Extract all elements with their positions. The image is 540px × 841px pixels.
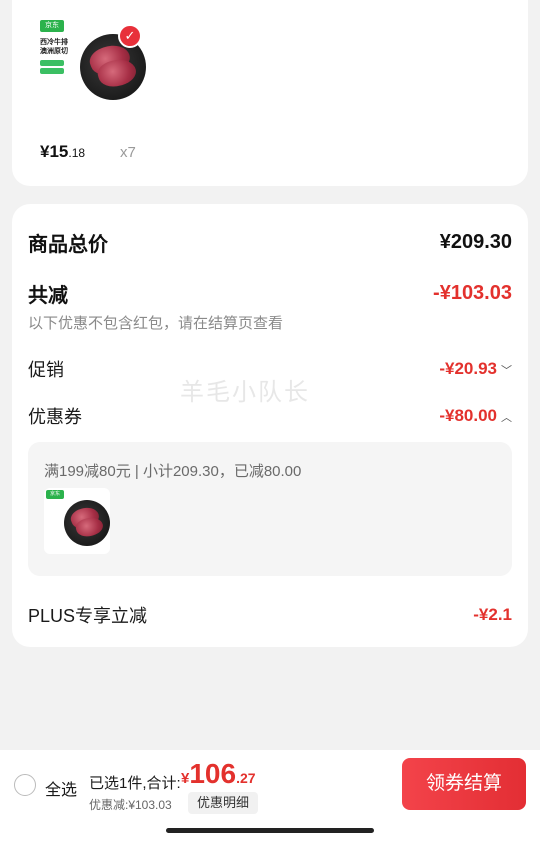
- steak-plate-image: [64, 500, 110, 546]
- product-tag-text: 西冷牛排 澳洲原切: [40, 39, 68, 55]
- select-all-radio[interactable]: [14, 774, 36, 796]
- item-price: ¥15.18: [40, 142, 86, 161]
- promo-label: 促销: [28, 360, 64, 380]
- coupon-value: -¥80.00: [439, 406, 497, 425]
- item-quantity: x7: [120, 144, 136, 161]
- brand-badge: 京东: [40, 20, 64, 32]
- cart-item-card: 京东 西冷牛排 澳洲原切 ✓ ¥15.18 x7: [12, 0, 528, 186]
- select-all-label[interactable]: 全选: [45, 776, 77, 800]
- total-price-value: ¥209.30: [439, 231, 512, 253]
- checkout-total: ¥106.27: [181, 758, 256, 789]
- discount-detail-button[interactable]: 优惠明细: [188, 792, 259, 814]
- tag-strip: [40, 68, 64, 74]
- total-reduce-value: -¥103.03: [433, 282, 512, 304]
- product-image[interactable]: 京东 西冷牛排 澳洲原切 ✓: [40, 16, 146, 108]
- coupon-detail-box: 满199减80元 | 小计209.30，已减80.00 京东: [28, 442, 512, 576]
- checkout-button[interactable]: 领券结算: [402, 758, 526, 810]
- checkout-bar: 全选 已选1件,合计: ¥106.27 优惠减:¥103.03 优惠明细 领券结…: [0, 750, 540, 841]
- total-price-row: 商品总价 ¥209.30: [28, 228, 512, 257]
- plus-reduce-label: PLUS专享立减: [28, 606, 148, 626]
- coupon-detail-text: 满199减80元 | 小计209.30，已减80.00: [44, 463, 302, 480]
- promo-value: -¥20.93: [439, 359, 497, 378]
- watermark: 羊毛小队长: [180, 379, 310, 406]
- total-reduce-row: 共减 -¥103.03: [28, 279, 512, 308]
- plus-reduce-row: PLUS专享立减 -¥2.1: [28, 602, 512, 628]
- coupon-label: 优惠券: [28, 407, 82, 427]
- selected-count-text: 已选1件,合计:: [89, 775, 181, 792]
- plus-reduce-value: -¥2.1: [473, 605, 512, 624]
- chevron-down-icon: ﹀: [501, 365, 512, 377]
- discount-text: 优惠减:¥103.03: [89, 798, 172, 812]
- reduce-note: 以下优惠不包含红包，请在结算页查看: [28, 315, 284, 332]
- brand-badge: 京东: [46, 490, 64, 499]
- tag-strip: [40, 60, 64, 66]
- coupon-product-thumbnail[interactable]: 京东: [44, 488, 110, 554]
- total-price-label: 商品总价: [28, 234, 108, 256]
- home-indicator[interactable]: [166, 828, 374, 833]
- total-reduce-label: 共减: [28, 285, 68, 307]
- selected-check-icon[interactable]: ✓: [118, 24, 142, 48]
- price-summary-card: 商品总价 ¥209.30 共减 -¥103.03 以下优惠不包含红包，请在结算页…: [12, 204, 528, 647]
- chevron-up-icon: ︿: [501, 412, 512, 424]
